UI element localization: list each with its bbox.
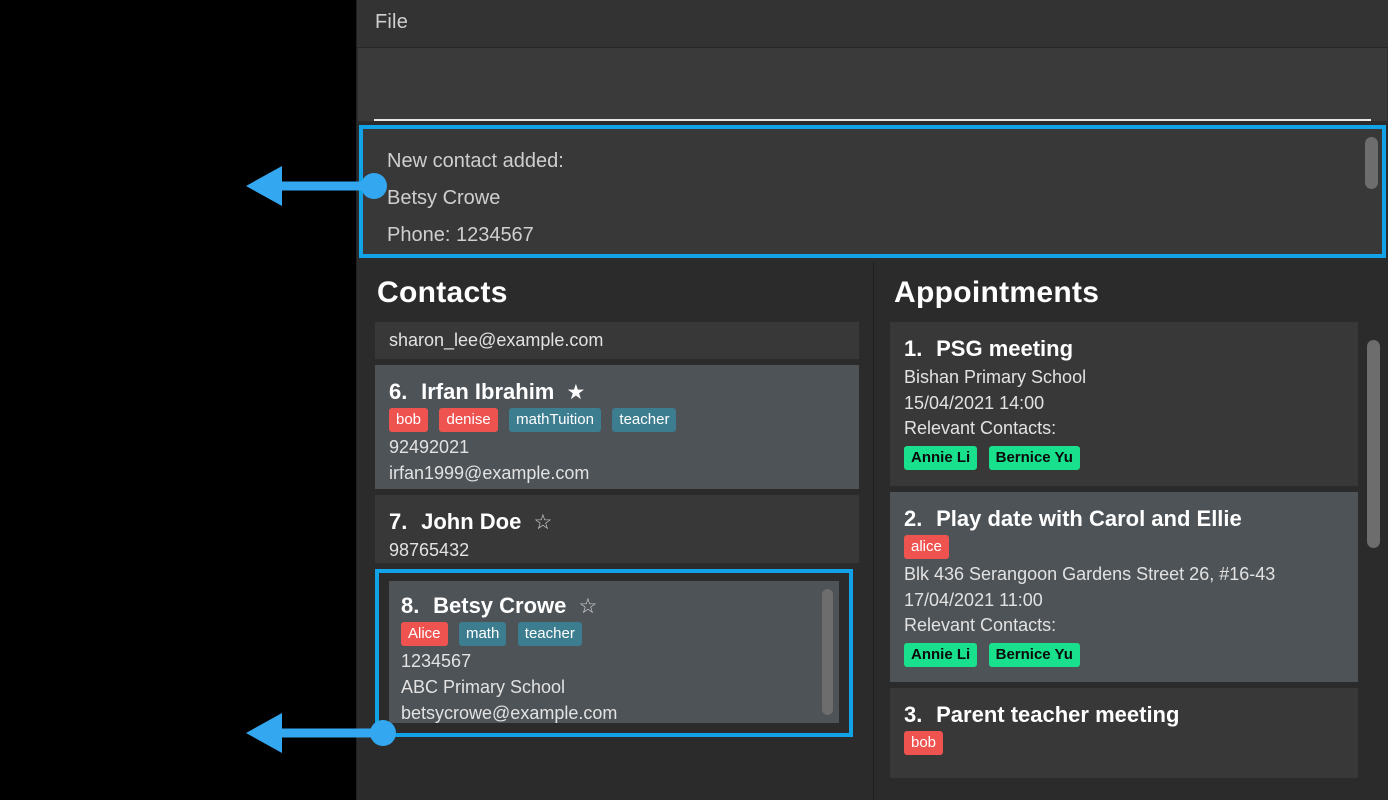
- appointment-tag-row: bob: [904, 731, 1344, 755]
- contact-phone: 98765432: [389, 540, 470, 560]
- main-split-view: Contacts sharon_lee@example.com 6. Irfan…: [357, 262, 1388, 800]
- appointments-list[interactable]: 1. PSG meeting Bishan Primary School 15/…: [874, 322, 1388, 778]
- appointment-card[interactable]: 1. PSG meeting Bishan Primary School 15/…: [890, 322, 1358, 486]
- contact-card[interactable]: 8. Betsy Crowe ☆ Alice math teacher 1234…: [389, 581, 839, 723]
- appointment-contacts-row: Annie Li Bernice Yu: [904, 446, 1344, 470]
- appointment-card[interactable]: 2. Play date with Carol and Ellie alice …: [890, 492, 1358, 682]
- contact-name: John Doe: [421, 509, 522, 534]
- menu-item-file[interactable]: File: [357, 7, 424, 40]
- tag[interactable]: bob: [904, 731, 944, 755]
- tag[interactable]: math: [458, 622, 507, 646]
- contact-card[interactable]: 7. John Doe ☆ 98765432: [375, 495, 859, 563]
- appointment-tag-row: alice: [904, 535, 1344, 559]
- favorite-star-icon[interactable]: ☆: [579, 595, 598, 618]
- contact-email: irfan1999@example.com: [389, 463, 590, 483]
- contact-address: ABC Primary School: [401, 677, 566, 697]
- appointments-panel: Appointments 1. PSG meeting Bishan Prima…: [874, 262, 1388, 800]
- result-display-wrapper: New contact added: Betsy Crowe Phone: 12…: [357, 121, 1388, 262]
- contact-email: sharon_lee@example.com: [389, 330, 604, 350]
- result-display-box[interactable]: New contact added: Betsy Crowe Phone: 12…: [359, 125, 1386, 258]
- contact-card-highlighted[interactable]: 8. Betsy Crowe ☆ Alice math teacher 1234…: [375, 569, 853, 737]
- tag[interactable]: alice: [904, 535, 949, 559]
- appointment-title: PSG meeting: [936, 336, 1074, 361]
- contact-name-row: 6. Irfan Ibrahim ★: [389, 379, 845, 405]
- contact-tag-row: bob denise mathTuition teacher: [389, 408, 845, 432]
- appointment-index: 3.: [904, 702, 923, 727]
- result-line: Phone: 1234567: [387, 224, 534, 246]
- appointment-title-row: 2. Play date with Carol and Ellie: [904, 506, 1344, 532]
- relevant-contacts-label: Relevant Contacts:: [904, 615, 1057, 635]
- relevant-contact-tag[interactable]: Annie Li: [904, 446, 978, 470]
- appointments-scrollbar-thumb[interactable]: [1367, 340, 1380, 548]
- contact-index: 8.: [401, 593, 420, 618]
- contact-name-row: 8. Betsy Crowe ☆: [401, 593, 825, 619]
- appointment-location: Bishan Primary School: [904, 367, 1087, 387]
- contact-name: Betsy Crowe: [433, 593, 567, 618]
- relevant-contact-tag[interactable]: Annie Li: [904, 643, 978, 667]
- appointments-panel-title: Appointments: [894, 276, 1100, 309]
- command-input-region: [357, 48, 1388, 121]
- appointment-title: Play date with Carol and Ellie: [936, 506, 1242, 531]
- contact-name-row: 7. John Doe ☆: [389, 509, 845, 535]
- contact-card-scrollbar-thumb[interactable]: [822, 589, 833, 715]
- contact-card-partial[interactable]: sharon_lee@example.com: [375, 322, 859, 359]
- menu-bar: File: [357, 0, 1388, 48]
- appointment-contacts-row: Annie Li Bernice Yu: [904, 643, 1344, 667]
- appointment-card[interactable]: 3. Parent teacher meeting bob: [890, 688, 1358, 778]
- contact-name: Irfan Ibrahim: [421, 379, 555, 404]
- tag[interactable]: bob: [389, 408, 429, 432]
- appointment-index: 2.: [904, 506, 923, 531]
- result-line: New contact added:: [387, 150, 564, 172]
- contact-tag-row: Alice math teacher: [401, 622, 825, 646]
- app-window: File New contact added: Betsy Crowe Phon…: [356, 0, 1388, 800]
- contact-phone: 1234567: [401, 651, 472, 671]
- appointment-title: Parent teacher meeting: [936, 702, 1180, 727]
- appointment-datetime: 15/04/2021 14:00: [904, 393, 1045, 413]
- tag[interactable]: denise: [439, 408, 498, 432]
- tag[interactable]: teacher: [517, 622, 582, 646]
- tag[interactable]: teacher: [612, 408, 677, 432]
- contact-phone: 92492021: [389, 437, 470, 457]
- tag[interactable]: Alice: [401, 622, 448, 646]
- appointment-index: 1.: [904, 336, 923, 361]
- appointment-datetime: 17/04/2021 11:00: [904, 590, 1043, 610]
- command-input[interactable]: [374, 93, 1371, 121]
- contacts-list[interactable]: sharon_lee@example.com 6. Irfan Ibrahim …: [357, 322, 873, 737]
- favorite-star-icon[interactable]: ☆: [533, 511, 552, 534]
- contacts-panel: Contacts sharon_lee@example.com 6. Irfan…: [357, 262, 874, 800]
- contacts-panel-title: Contacts: [377, 276, 508, 309]
- appointment-title-row: 3. Parent teacher meeting: [904, 702, 1344, 728]
- favorite-star-icon[interactable]: ★: [567, 381, 586, 404]
- relevant-contact-tag[interactable]: Bernice Yu: [988, 446, 1080, 470]
- appointment-location: Blk 436 Serangoon Gardens Street 26, #16…: [904, 564, 1276, 584]
- tag[interactable]: mathTuition: [509, 408, 601, 432]
- contact-email: betsycrowe@example.com: [401, 703, 618, 723]
- contact-index: 7.: [389, 509, 408, 534]
- result-line: Betsy Crowe: [387, 187, 501, 209]
- appointment-title-row: 1. PSG meeting: [904, 336, 1344, 362]
- contact-card[interactable]: 6. Irfan Ibrahim ★ bob denise mathTuitio…: [375, 365, 859, 489]
- contact-index: 6.: [389, 379, 408, 404]
- relevant-contacts-label: Relevant Contacts:: [904, 418, 1057, 438]
- result-box-scrollbar-thumb[interactable]: [1365, 137, 1378, 189]
- relevant-contact-tag[interactable]: Bernice Yu: [988, 643, 1080, 667]
